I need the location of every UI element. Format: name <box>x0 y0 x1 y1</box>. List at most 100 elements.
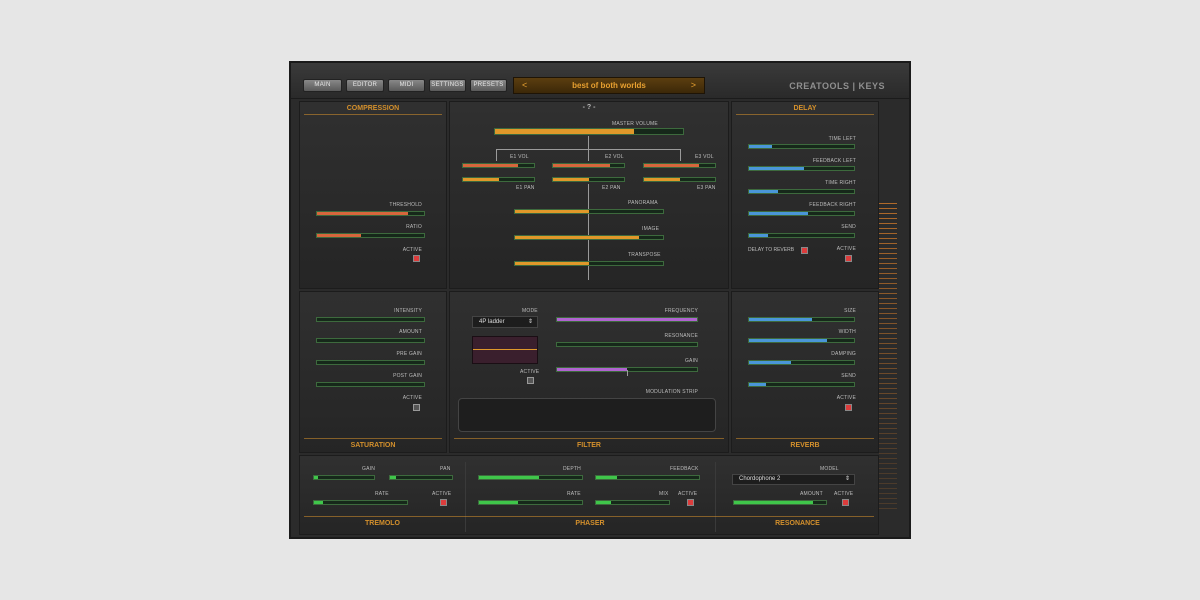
slider-fill <box>314 476 319 479</box>
meter-tick <box>879 203 897 204</box>
filter-active-toggle[interactable] <box>527 377 534 384</box>
meter-tick <box>879 313 897 314</box>
ratio-label: RATIO <box>406 224 422 230</box>
meter-tick <box>879 328 897 329</box>
tremolo-rate-slider[interactable] <box>313 500 408 505</box>
master-volume-slider[interactable] <box>494 128 684 135</box>
amount-slider[interactable] <box>316 338 425 343</box>
time-right-slider[interactable] <box>748 189 855 194</box>
tremolo-pan-label: PAN <box>440 466 451 472</box>
width-slider[interactable] <box>748 338 855 343</box>
transpose-slider[interactable] <box>514 261 664 266</box>
meter-tick <box>879 463 897 464</box>
reverb-panel: SIZE WIDTH DAMPING SEND ACTIVE REVERB <box>731 291 879 453</box>
intensity-slider[interactable] <box>316 317 425 322</box>
e1-vol-slider[interactable] <box>462 163 535 168</box>
meter-tick <box>879 333 897 334</box>
threshold-slider[interactable] <box>316 211 425 216</box>
width-label: WIDTH <box>838 329 856 335</box>
pre-gain-label: PRE GAIN <box>396 351 422 357</box>
meter-tick <box>879 473 897 474</box>
phaser-feedback-label: FEEDBACK <box>670 466 699 472</box>
reverb-active-label: ACTIVE <box>836 395 856 401</box>
e3-vol-slider[interactable] <box>643 163 716 168</box>
tremolo-active-label: ACTIVE <box>432 491 452 497</box>
feedback-left-label: FEEDBACK LEFT <box>812 158 856 164</box>
meter-tick <box>879 408 897 409</box>
time-right-label: TIME RIGHT <box>825 180 856 186</box>
settings-tab-button[interactable]: SETTINGS <box>429 79 466 92</box>
e2-vol-label: E2 VOL <box>605 154 624 160</box>
phaser-feedback-slider[interactable] <box>595 475 700 480</box>
preset-selector[interactable]: < best of both worlds > <box>513 77 705 94</box>
meter-tick <box>879 383 897 384</box>
damping-slider[interactable] <box>748 360 855 365</box>
e2-pan-slider[interactable] <box>552 177 625 182</box>
tremolo-pan-slider[interactable] <box>389 475 453 480</box>
help-indicator[interactable]: - ? - <box>450 104 728 111</box>
compression-panel: COMPRESSION THRESHOLD RATIO ACTIVE <box>299 101 447 289</box>
time-left-slider[interactable] <box>748 144 855 149</box>
size-slider[interactable] <box>748 317 855 322</box>
preset-next-button[interactable]: > <box>691 80 696 90</box>
feedback-left-slider[interactable] <box>748 166 855 171</box>
meter-tick <box>879 348 897 349</box>
meter-tick <box>879 398 897 399</box>
ratio-slider[interactable] <box>316 233 425 238</box>
delay-send-slider[interactable] <box>748 233 855 238</box>
feedback-right-slider[interactable] <box>748 211 855 216</box>
modulation-strip[interactable] <box>458 398 716 432</box>
panorama-slider[interactable] <box>514 209 664 214</box>
meter-tick <box>879 453 897 454</box>
midi-tab-button[interactable]: MIDI <box>388 79 425 92</box>
phaser-depth-slider[interactable] <box>478 475 583 480</box>
delay-to-reverb-toggle[interactable] <box>801 247 808 254</box>
delay-active-toggle[interactable] <box>845 255 852 262</box>
resonance-active-toggle[interactable] <box>842 499 849 506</box>
resonance-filter-slider[interactable] <box>556 342 698 347</box>
resonance-amount-slider[interactable] <box>733 500 827 505</box>
slider-fill <box>596 476 617 479</box>
slider-fill <box>317 212 408 215</box>
resonance-model-dropdown[interactable]: Chordophone 2 ⇕ <box>732 474 855 485</box>
phaser-mix-slider[interactable] <box>595 500 670 505</box>
resonance-title: RESONANCE <box>775 520 820 527</box>
meter-tick <box>879 448 897 449</box>
tremolo-gain-slider[interactable] <box>313 475 375 480</box>
e2-vol-slider[interactable] <box>552 163 625 168</box>
saturation-active-toggle[interactable] <box>413 404 420 411</box>
frequency-slider[interactable] <box>556 317 698 322</box>
compression-active-label: ACTIVE <box>402 247 422 253</box>
editor-tab-button[interactable]: EDITOR <box>346 79 384 92</box>
meter-tick <box>879 508 897 509</box>
post-gain-slider[interactable] <box>316 382 425 387</box>
image-slider[interactable] <box>514 235 664 240</box>
post-gain-label: POST GAIN <box>393 373 422 379</box>
main-tab-button[interactable]: MAIN <box>303 79 342 92</box>
meter-tick <box>879 208 897 209</box>
pre-gain-slider[interactable] <box>316 360 425 365</box>
meter-tick <box>879 418 897 419</box>
delay-send-label: SEND <box>841 224 856 230</box>
meter-tick <box>879 283 897 284</box>
reverb-send-slider[interactable] <box>748 382 855 387</box>
compression-active-toggle[interactable] <box>413 255 420 262</box>
phaser-mix-label: MIX <box>659 491 669 497</box>
phaser-active-toggle[interactable] <box>687 499 694 506</box>
mode-label: MODE <box>522 308 538 314</box>
saturation-active-label: ACTIVE <box>402 395 422 401</box>
filter-mode-dropdown[interactable]: 4P ladder ⇕ <box>472 316 538 328</box>
level-meter <box>879 203 897 513</box>
meter-tick <box>879 318 897 319</box>
phaser-rate-slider[interactable] <box>478 500 583 505</box>
reverb-active-toggle[interactable] <box>845 404 852 411</box>
resonance-filter-label: RESONANCE <box>664 333 698 339</box>
e3-pan-slider[interactable] <box>643 177 716 182</box>
meter-tick <box>879 338 897 339</box>
presets-tab-button[interactable]: PRESETS <box>470 79 507 92</box>
meter-tick <box>879 258 897 259</box>
e1-pan-slider[interactable] <box>462 177 535 182</box>
delay-active-label: ACTIVE <box>836 246 856 252</box>
image-label: IMAGE <box>642 226 660 232</box>
tremolo-active-toggle[interactable] <box>440 499 447 506</box>
